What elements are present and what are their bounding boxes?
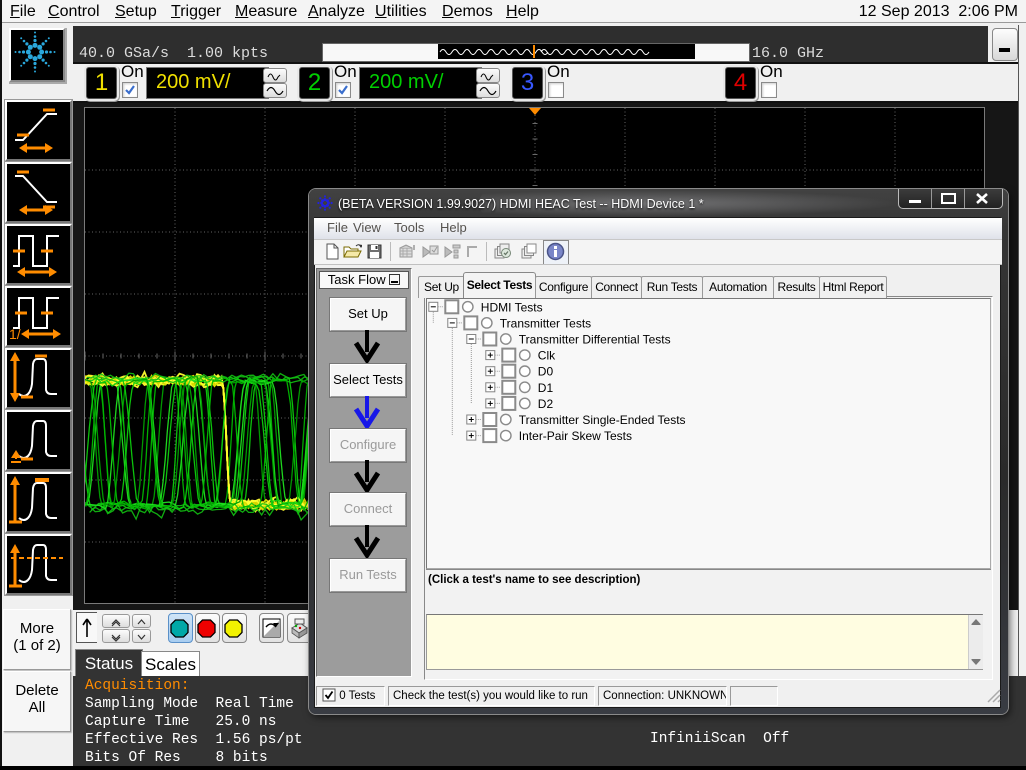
- svg-text:D1: D1: [538, 381, 554, 395]
- svg-text:HDMI Tests: HDMI Tests: [481, 300, 543, 314]
- svg-text:D0: D0: [538, 365, 554, 379]
- svg-text:Transmitter Single-Ended Tests: Transmitter Single-Ended Tests: [519, 413, 686, 427]
- svg-text:1/: 1/: [9, 326, 21, 341]
- svg-text:Transmitter Differential Tests: Transmitter Differential Tests: [519, 333, 671, 347]
- svg-text:Clk: Clk: [538, 349, 556, 363]
- svg-text:Inter-Pair Skew Tests: Inter-Pair Skew Tests: [519, 429, 632, 443]
- svg-text:D2: D2: [538, 397, 554, 411]
- svg-text:Transmitter Tests: Transmitter Tests: [500, 316, 591, 330]
